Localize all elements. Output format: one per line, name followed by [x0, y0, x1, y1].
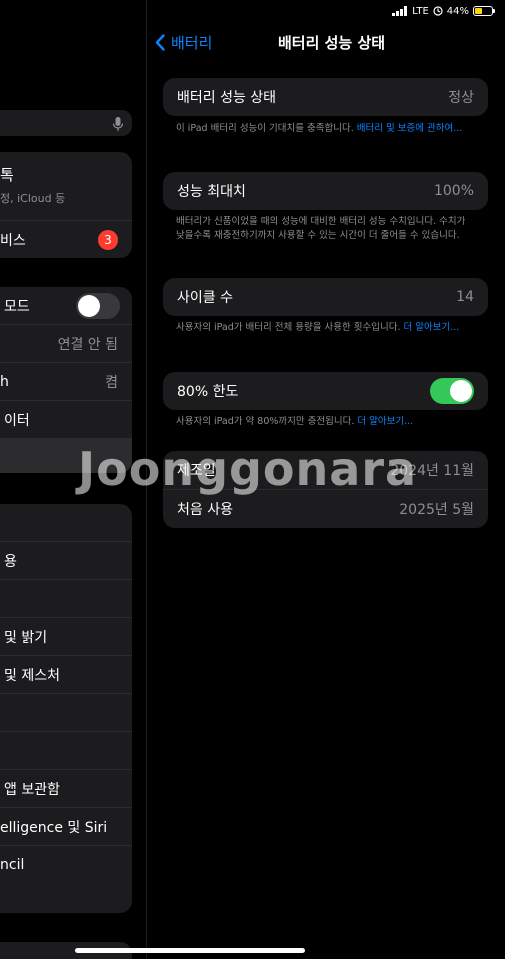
airplane-mode-row[interactable]: 모드: [0, 287, 132, 325]
sidebar-item-display[interactable]: 및 밝기: [0, 618, 132, 656]
sidebar-item-app-library[interactable]: 앱 보관함: [0, 770, 132, 808]
cellular-signal-icon: [392, 6, 408, 16]
first-use-value: 2025년 5월: [399, 502, 474, 518]
bluetooth-value: 켬: [105, 374, 118, 391]
cellular-label: 이터: [4, 412, 30, 429]
battery-health-card: 배터리 성능 상태 정상: [163, 78, 488, 116]
location-lock-icon: [433, 6, 443, 16]
max-capacity-note: 배터리가 신품이었을 때의 성능에 대비한 배터리 성능 수치입니다. 수치가 …: [176, 216, 466, 241]
home-indicator[interactable]: [75, 948, 305, 953]
max-capacity-label: 성능 최대치: [177, 184, 246, 200]
charge-limit-row: 80% 한도: [163, 372, 488, 410]
charge-limit-toggle[interactable]: [430, 378, 474, 404]
battery-health-note: 이 iPad 배터리 성능이 기대치를 충족합니다. 배터리 및 보증에 관하여…: [176, 122, 476, 136]
airplane-mode-label: 모드: [4, 298, 30, 315]
battery-health-note-text: 이 iPad 배터리 성능이 기대치를 충족합니다.: [176, 123, 354, 134]
cycle-learn-more-link[interactable]: 더 알아보기...: [404, 322, 460, 333]
sidebar-item-label: 및 밝기: [4, 629, 48, 646]
sidebar-item-label: 및 제스처: [4, 667, 60, 684]
apple-account-row[interactable]: 톡 정, iCloud 등: [0, 152, 132, 221]
wifi-row[interactable]: 연결 안 됨: [0, 325, 132, 363]
account-group: 톡 정, iCloud 등 비스 3: [0, 152, 132, 258]
cycle-count-value: 14: [456, 289, 474, 305]
bluetooth-row[interactable]: h 켬: [0, 363, 132, 401]
wifi-value: 연결 안 됨: [57, 336, 118, 353]
notification-badge: 3: [98, 229, 118, 250]
airplane-mode-toggle[interactable]: [76, 293, 120, 319]
cycle-count-note-text: 사용자의 iPad가 배터리 전체 용량을 사용한 횟수입니다.: [176, 322, 401, 333]
carrier-label: LTE: [412, 5, 429, 17]
charge-limit-label: 80% 한도: [177, 384, 239, 400]
sidebar-item-label: ncil: [0, 856, 25, 873]
sidebar-item-6[interactable]: [0, 694, 132, 732]
cycle-count-card: 사이클 수 14: [163, 278, 488, 316]
charge-limit-learn-more-link[interactable]: 더 알아보기...: [357, 416, 413, 427]
sidebar-item-siri[interactable]: elligence 및 Siri: [0, 808, 132, 846]
sidebar-item-3[interactable]: [0, 580, 132, 618]
cellular-row[interactable]: 이터: [0, 401, 132, 439]
microphone-icon[interactable]: [112, 116, 124, 132]
charge-limit-note-text: 사용자의 iPad가 약 80%까지만 충전됩니다.: [176, 416, 355, 427]
battery-icon: [473, 6, 495, 16]
battery-warranty-link[interactable]: 배터리 및 보증에 관하여...: [357, 123, 463, 134]
battery-health-label: 배터리 성능 상태: [177, 90, 277, 106]
general-group: 용 및 밝기 및 제스처 앱 보관함 elligence 및 Siri ncil: [0, 504, 132, 913]
status-bar: LTE 44%: [392, 4, 495, 18]
chevron-left-icon: [155, 34, 165, 51]
services-row[interactable]: 비스 3: [0, 221, 132, 258]
back-button[interactable]: 배터리: [155, 32, 212, 53]
search-field[interactable]: [0, 110, 132, 136]
battery-health-value: 정상: [448, 90, 474, 106]
first-use-label: 처음 사용: [177, 502, 233, 518]
back-label: 배터리: [171, 34, 213, 52]
bluetooth-label: h: [0, 373, 9, 390]
max-capacity-card: 성능 최대치 100%: [163, 172, 488, 210]
account-subtitle: 정, iCloud 등: [0, 192, 66, 205]
sidebar-item-7[interactable]: [0, 732, 132, 770]
max-capacity-row: 성능 최대치 100%: [163, 172, 488, 210]
battery-percent: 44%: [446, 5, 469, 17]
account-title: 톡: [0, 166, 14, 184]
services-label: 비스: [0, 232, 26, 249]
sidebar-item-gestures[interactable]: 및 제스처: [0, 656, 132, 694]
sidebar-item-pencil[interactable]: ncil: [0, 846, 132, 883]
sidebar-item-2[interactable]: 용: [0, 542, 132, 580]
charge-limit-card: 80% 한도: [163, 372, 488, 410]
max-capacity-value: 100%: [433, 183, 474, 199]
cycle-count-label: 사이클 수: [177, 290, 233, 306]
sidebar-item-label: elligence 및 Siri: [0, 819, 108, 836]
watermark-logo: Joonggonara: [78, 442, 418, 496]
sidebar-item-label: 용: [4, 553, 17, 570]
battery-health-row: 배터리 성능 상태 정상: [163, 78, 488, 116]
cycle-count-note: 사용자의 iPad가 배터리 전체 용량을 사용한 횟수입니다. 더 알아보기.…: [176, 321, 476, 335]
cycle-count-row: 사이클 수 14: [163, 278, 488, 316]
sidebar-item-1[interactable]: [0, 504, 132, 542]
sidebar-item-label: 앱 보관함: [4, 781, 60, 798]
page-title: 배터리 성능 상태: [278, 34, 386, 52]
charge-limit-note: 사용자의 iPad가 약 80%까지만 충전됩니다. 더 알아보기...: [176, 415, 476, 429]
